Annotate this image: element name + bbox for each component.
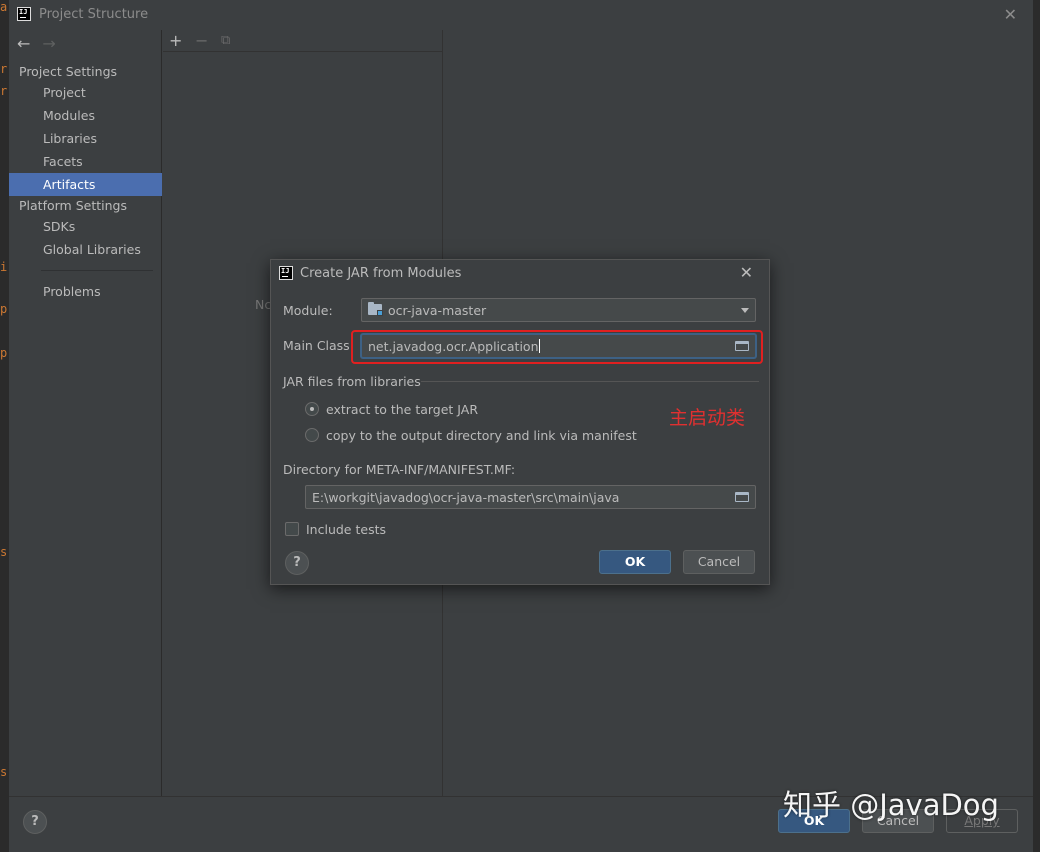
main-class-input[interactable]: net.javadog.ocr.Application (361, 334, 756, 358)
window-title: Project Structure (39, 7, 149, 22)
main-class-label: Main Class: (283, 338, 354, 353)
intellij-icon: IJ (17, 7, 31, 21)
close-icon[interactable]: ✕ (1004, 5, 1017, 24)
nav-arrows: ← → (17, 34, 56, 53)
module-select[interactable]: ocr-java-master (361, 298, 756, 322)
editor-fragment: p (0, 302, 8, 316)
editor-fragment: s (0, 545, 8, 559)
sidebar-item-libraries[interactable]: Libraries (9, 127, 162, 150)
intellij-icon: IJ (279, 266, 293, 280)
sidebar-divider (41, 270, 153, 271)
sidebar-item-problems[interactable]: Problems (9, 280, 162, 303)
include-tests-checkbox[interactable] (285, 522, 299, 536)
remove-icon[interactable]: − (195, 31, 208, 50)
editor-fragment: r (0, 84, 8, 98)
create-jar-dialog: IJ Create JAR from Modules ✕ Module: ocr… (270, 259, 770, 585)
back-arrow-icon[interactable]: ← (17, 34, 30, 53)
sidebar-item-project[interactable]: Project (9, 81, 162, 104)
empty-placeholder: Nc (255, 297, 272, 312)
cancel-button[interactable]: Cancel (683, 550, 755, 574)
module-value: ocr-java-master (388, 303, 487, 318)
copy-radio-label[interactable]: copy to the output directory and link vi… (326, 428, 637, 443)
editor-fragment: s (0, 765, 8, 779)
editor-fragment: p (0, 346, 8, 360)
copy-radio[interactable] (305, 428, 319, 442)
module-label: Module: (283, 303, 333, 318)
jar-files-section-label: JAR files from libraries (283, 374, 421, 389)
editor-fragment: r (0, 62, 8, 76)
editor-background: a r r i p p s s (0, 0, 8, 852)
sidebar-item-sdks[interactable]: SDKs (9, 215, 162, 238)
artifacts-toolbar: + − ⧉ (163, 30, 443, 52)
section-project-settings: Project Settings (19, 64, 118, 79)
watermark: 知乎 @JavaDog (783, 788, 999, 822)
section-platform-settings: Platform Settings (19, 198, 127, 213)
dialog-title: Create JAR from Modules (300, 266, 462, 281)
add-icon[interactable]: + (169, 31, 182, 50)
help-button[interactable]: ? (285, 551, 309, 575)
browse-folder-icon[interactable] (735, 341, 749, 351)
browse-folder-icon[interactable] (735, 492, 749, 502)
close-icon[interactable]: ✕ (740, 263, 753, 282)
sidebar: ← → Project Settings Project Modules Libr… (9, 30, 162, 796)
module-folder-icon (368, 302, 383, 316)
include-tests-label[interactable]: Include tests (306, 522, 386, 537)
extract-radio[interactable] (305, 402, 319, 416)
extract-radio-label[interactable]: extract to the target JAR (326, 402, 478, 417)
sidebar-item-global-libraries[interactable]: Global Libraries (9, 238, 162, 261)
manifest-dir-text: E:\workgit\javadog\ocr-java-master\src\m… (312, 490, 620, 505)
ok-button[interactable]: OK (599, 550, 671, 574)
sidebar-item-facets[interactable]: Facets (9, 150, 162, 173)
title-bar: IJ Project Structure ✕ (9, 0, 1033, 30)
editor-fragment: i (0, 260, 8, 274)
annotation-text: 主启动类 (669, 407, 746, 429)
manifest-dir-label: Directory for META-INF/MANIFEST.MF: (283, 462, 516, 477)
forward-arrow-icon[interactable]: → (42, 34, 55, 53)
help-button[interactable]: ? (23, 810, 47, 834)
editor-fragment: a (0, 0, 8, 14)
sidebar-item-artifacts[interactable]: Artifacts (9, 173, 162, 196)
copy-icon[interactable]: ⧉ (221, 33, 230, 48)
sidebar-item-modules[interactable]: Modules (9, 104, 162, 127)
chevron-down-icon (741, 308, 749, 313)
manifest-dir-input[interactable]: E:\workgit\javadog\ocr-java-master\src\m… (305, 485, 756, 509)
main-class-text: net.javadog.ocr.Application (368, 339, 540, 354)
section-separator (421, 381, 759, 382)
